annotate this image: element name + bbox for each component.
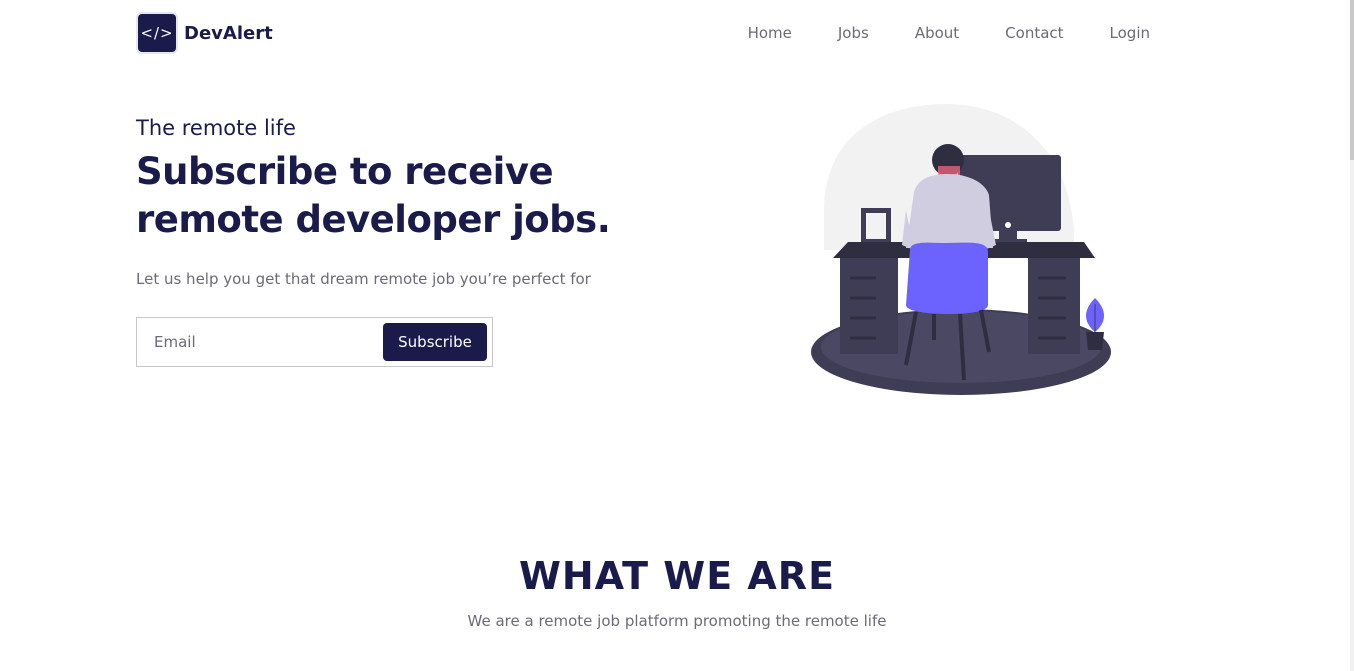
scrollbar-thumb[interactable] xyxy=(1350,0,1354,160)
top-navigation: </> DevAlert Home Jobs About Contact Log… xyxy=(136,12,1150,54)
nav-links: Home Jobs About Contact Login xyxy=(748,24,1150,42)
subscribe-button[interactable]: Subscribe xyxy=(383,323,487,361)
hero-eyebrow: The remote life xyxy=(136,116,296,140)
nav-link-home[interactable]: Home xyxy=(748,24,792,42)
remote-worker-illustration xyxy=(806,100,1116,400)
what-we-are-heading: WHAT WE ARE xyxy=(518,554,836,598)
hero-headline: Subscribe to receive remote developer jo… xyxy=(136,148,696,244)
nav-link-about[interactable]: About xyxy=(915,24,959,42)
email-input[interactable] xyxy=(137,318,383,366)
hero-subtext: Let us help you get that dream remote jo… xyxy=(136,270,591,288)
what-we-are-subtitle: We are a remote job platform promoting t… xyxy=(467,612,887,630)
code-logo-icon: </> xyxy=(136,12,178,54)
hero-headline-line-1: Subscribe to receive xyxy=(136,150,554,193)
hero-headline-line-2: remote developer jobs. xyxy=(136,198,611,241)
nav-link-login[interactable]: Login xyxy=(1110,24,1150,42)
brand-link[interactable]: </> DevAlert xyxy=(136,12,273,54)
hero-text: The remote life Subscribe to receive rem… xyxy=(136,116,696,288)
nav-link-jobs[interactable]: Jobs xyxy=(838,24,869,42)
brand-name: DevAlert xyxy=(184,22,273,44)
subscribe-form: Subscribe xyxy=(136,317,493,367)
nav-link-contact[interactable]: Contact xyxy=(1005,24,1063,42)
remote-worker-illustration-svg xyxy=(811,104,1111,395)
